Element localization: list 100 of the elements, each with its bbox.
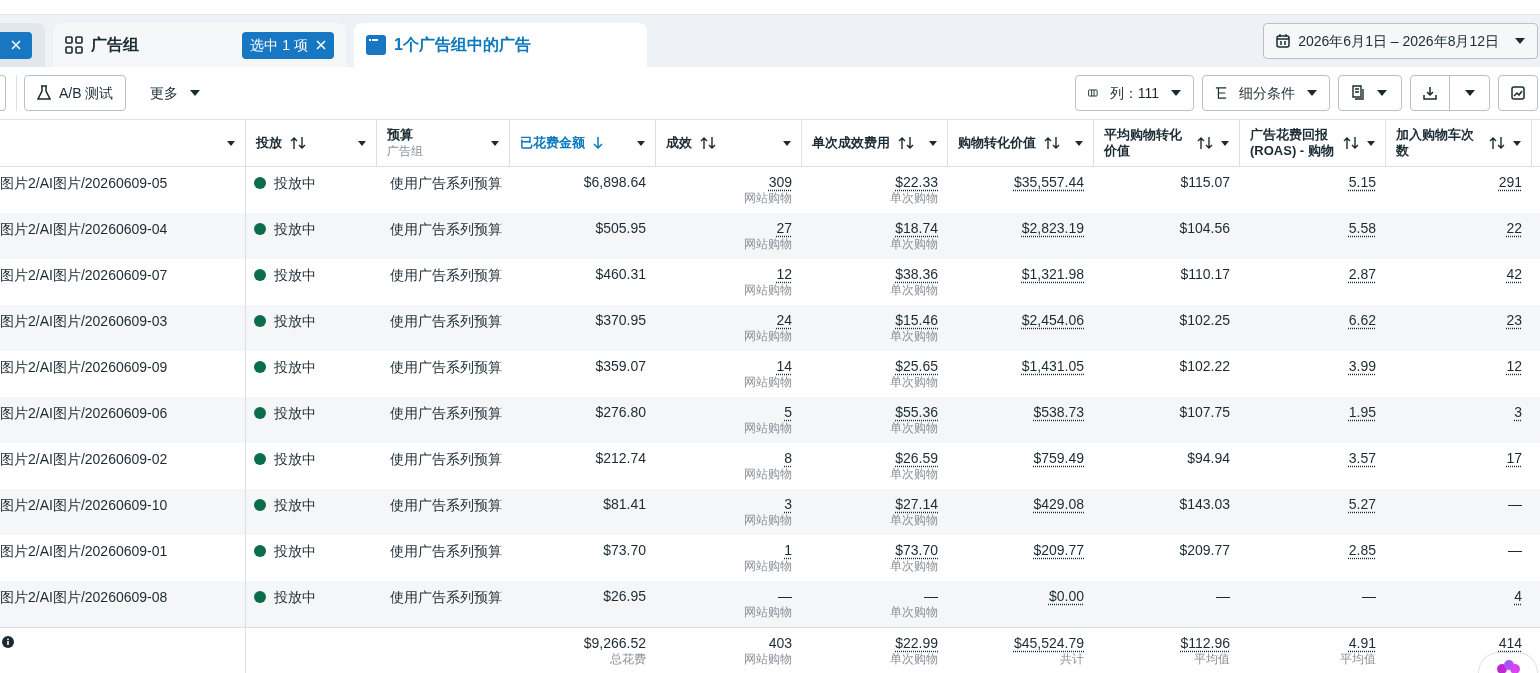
ad-name[interactable]: 图片2/AI图片/20260609-02 xyxy=(0,451,168,467)
column-header[interactable]: 加入购物车次数 xyxy=(1386,120,1532,166)
grid-icon xyxy=(65,36,83,54)
metric-value[interactable]: 1 xyxy=(784,541,792,560)
metric-value[interactable]: 3 xyxy=(1514,403,1522,422)
budget-text: 使用广告系列预算 xyxy=(390,313,502,329)
metric-value[interactable]: 5.27 xyxy=(1348,495,1376,514)
ad-name[interactable]: 图片2/AI图片/20260609-05 xyxy=(0,175,168,191)
metric-value[interactable]: 1.95 xyxy=(1348,403,1376,422)
column-header[interactable]: 购物转化价值 xyxy=(948,120,1094,166)
metric-value[interactable]: 12 xyxy=(1506,357,1522,376)
metric-value[interactable]: 3.99 xyxy=(1348,357,1376,376)
metric-value[interactable]: 4.91 xyxy=(1348,634,1376,653)
metric-value[interactable]: 24 xyxy=(776,311,792,330)
metric-value[interactable]: 6.62 xyxy=(1348,311,1376,330)
metric-value[interactable]: $1,321.98 xyxy=(1021,265,1084,284)
metric-value[interactable]: $22.99 xyxy=(895,634,938,653)
columns-dropdown[interactable]: 列：111 xyxy=(1075,75,1194,111)
metric-label: 平均值 xyxy=(1340,652,1376,668)
tab[interactable]: 广告组 选中 1 项 xyxy=(53,23,346,67)
metric-value[interactable]: 291 xyxy=(1498,173,1522,192)
caret-icon xyxy=(1171,90,1181,96)
metric-value[interactable]: $38.36 xyxy=(895,265,938,284)
clear-selection-button[interactable] xyxy=(0,31,32,59)
metric-value[interactable]: $22.33 xyxy=(895,173,938,192)
column-header[interactable]: 平均购物转化价值 xyxy=(1094,120,1240,166)
ad-name[interactable]: 图片2/AI图片/20260609-04 xyxy=(0,221,168,237)
column-header[interactable]: 已花费金额 xyxy=(510,120,656,166)
chart-icon xyxy=(1511,86,1525,100)
chat-widget-button[interactable] xyxy=(1478,652,1538,673)
metric-value[interactable]: 3.57 xyxy=(1348,449,1376,468)
metric-value[interactable]: $18.74 xyxy=(895,219,938,238)
metric-value[interactable]: 5.15 xyxy=(1348,173,1376,192)
metric-value[interactable]: 27 xyxy=(776,219,792,238)
caret-icon xyxy=(1377,90,1387,96)
column-header[interactable]: 成效 xyxy=(656,120,802,166)
metric-value[interactable]: $2,823.19 xyxy=(1021,219,1084,238)
metric-value[interactable]: $759.49 xyxy=(1033,449,1084,468)
ad-name[interactable]: 图片2/AI图片/20260609-06 xyxy=(0,405,168,421)
column-header[interactable]: 预算 广告组 xyxy=(377,120,510,166)
metric-value[interactable]: 17 xyxy=(1506,449,1522,468)
ad-name[interactable]: 图片2/AI图片/20260609-08 xyxy=(0,589,168,605)
date-range-picker[interactable]: 2026年6月1日 – 2026年8月12日 xyxy=(1263,23,1538,59)
metric-label: 网站购物 xyxy=(744,559,792,575)
ab-test-button[interactable]: A/B 测试 xyxy=(24,75,127,111)
metric-value: $81.41 xyxy=(603,495,646,514)
metric-value: $9,266.52 xyxy=(583,634,646,653)
metric-value[interactable]: 5 xyxy=(784,403,792,422)
metric-value[interactable]: 2.85 xyxy=(1348,541,1376,560)
breakdown-dropdown[interactable]: 细分条件 xyxy=(1202,75,1330,111)
ad-name[interactable]: 图片2/AI图片/20260609-10 xyxy=(0,497,168,513)
metric-value[interactable]: 23 xyxy=(1506,311,1522,330)
ad-name[interactable]: 图片2/AI图片/20260609-07 xyxy=(0,267,168,283)
metric-value[interactable]: 42 xyxy=(1506,265,1522,284)
flask-icon xyxy=(37,85,51,101)
tab[interactable] xyxy=(0,23,45,67)
metric-value[interactable]: $15.46 xyxy=(895,311,938,330)
column-header[interactable]: 广告花费回报 (ROAS) - 购物 xyxy=(1240,120,1386,166)
metric-value[interactable]: 22 xyxy=(1506,219,1522,238)
metric-value[interactable]: 3 xyxy=(784,495,792,514)
metric-value[interactable]: 14 xyxy=(776,357,792,376)
info-icon[interactable] xyxy=(2,636,14,648)
ad-name[interactable]: 图片2/AI图片/20260609-09 xyxy=(0,359,168,375)
metric-value[interactable]: 309 xyxy=(768,173,792,192)
calendar-icon xyxy=(1276,34,1291,48)
metric-value[interactable]: 5.58 xyxy=(1348,219,1376,238)
metric-value[interactable]: 8 xyxy=(784,449,792,468)
metric-value: $26.95 xyxy=(603,587,646,606)
more-dropdown[interactable]: 更多 xyxy=(138,75,213,111)
metric-value[interactable]: $209.77 xyxy=(1033,541,1084,560)
metric-value[interactable]: 4 xyxy=(1514,587,1522,606)
selection-chip[interactable]: 选中 1 项 xyxy=(242,31,334,59)
reports-dropdown[interactable] xyxy=(1338,75,1402,111)
ad-name[interactable]: 图片2/AI图片/20260609-03 xyxy=(0,313,168,329)
charts-button[interactable] xyxy=(1498,75,1538,111)
tab[interactable]: 1个广告组中的广告 xyxy=(354,23,647,67)
ad-name[interactable]: 图片2/AI图片/20260609-01 xyxy=(0,543,168,559)
column-header[interactable]: 投放 xyxy=(246,120,377,166)
download-icon xyxy=(1423,86,1437,100)
metric-value[interactable]: $429.08 xyxy=(1033,495,1084,514)
metric-value[interactable]: $55.36 xyxy=(895,403,938,422)
metric-value[interactable]: $112.96 xyxy=(1180,634,1230,653)
metric-label: 平均值 xyxy=(1194,652,1230,668)
metric-value[interactable]: 2.87 xyxy=(1348,265,1376,284)
metric-value[interactable]: $1,431.05 xyxy=(1021,357,1084,376)
column-header[interactable]: 单次成效费用 xyxy=(802,120,948,166)
metric-value[interactable]: $27.14 xyxy=(895,495,938,514)
ad-icon xyxy=(366,35,386,55)
metric-value[interactable]: $35,557.44 xyxy=(1013,173,1084,192)
metric-value[interactable]: $73.70 xyxy=(895,541,938,560)
metric-value[interactable]: 414 xyxy=(1498,634,1522,653)
metric-value[interactable]: $25.65 xyxy=(895,357,938,376)
metric-value[interactable]: 12 xyxy=(776,265,792,284)
metric-value[interactable]: $0.00 xyxy=(1048,587,1084,606)
metric-value[interactable]: $2,454.06 xyxy=(1021,311,1084,330)
metric-label: 单次购物 xyxy=(890,559,938,575)
header-label: 单次成效费用 xyxy=(812,134,890,152)
metric-value[interactable]: $26.59 xyxy=(895,449,938,468)
metric-value[interactable]: $538.73 xyxy=(1033,403,1084,422)
metric-value[interactable]: $45,524.79 xyxy=(1013,634,1084,653)
